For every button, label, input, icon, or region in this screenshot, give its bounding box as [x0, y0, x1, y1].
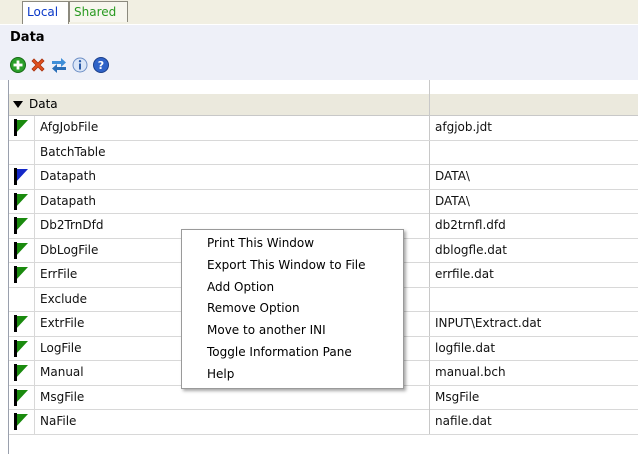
move-icon[interactable]: [50, 56, 68, 74]
option-value[interactable]: afgjob.jdt: [435, 120, 492, 134]
option-value[interactable]: logfile.dat: [435, 341, 495, 355]
group-row-data[interactable]: Data: [9, 94, 638, 116]
context-menu: Print This Window Export This Window to F…: [181, 229, 404, 389]
option-value[interactable]: MsgFile: [435, 390, 479, 404]
option-value[interactable]: nafile.dat: [435, 414, 492, 428]
tab-shared[interactable]: Shared: [69, 1, 128, 22]
menu-item-add-option[interactable]: Add Option: [207, 280, 274, 294]
option-value[interactable]: errfile.dat: [435, 267, 494, 281]
svg-text:?: ?: [98, 59, 104, 72]
menu-item-help[interactable]: Help: [207, 367, 234, 381]
option-name: Datapath: [40, 169, 96, 183]
delete-icon[interactable]: [29, 56, 47, 74]
flag-bar: [14, 119, 17, 136]
menu-item-move-ini[interactable]: Move to another INI: [207, 323, 326, 337]
option-value[interactable]: INPUT\Extract.dat: [435, 316, 541, 330]
option-name: ErrFile: [40, 267, 78, 281]
table-row[interactable]: Datapath DATA\: [9, 165, 638, 190]
panel-title: Data: [10, 30, 45, 45]
option-name: ExtrFile: [40, 316, 85, 330]
option-name: Datapath: [40, 193, 96, 208]
flag-bar: [14, 217, 17, 234]
help-icon[interactable]: ?: [92, 56, 110, 74]
option-value[interactable]: db2trnfl.dfd: [435, 218, 506, 232]
option-name: NaFile: [40, 414, 77, 428]
flag-bar: [14, 192, 17, 210]
table-row[interactable]: Datapath DATA\: [9, 189, 638, 214]
option-name: LogFile: [40, 340, 82, 355]
menu-item-export[interactable]: Export This Window to File: [207, 258, 366, 272]
table-row[interactable]: BatchTable: [9, 140, 638, 165]
flag-bar: [14, 364, 17, 381]
menu-item-print[interactable]: Print This Window: [207, 236, 314, 250]
flag-bar: [14, 339, 17, 357]
table-row[interactable]: AfgJobFile afgjob.jdt: [9, 116, 638, 141]
menu-item-toggle-info[interactable]: Toggle Information Pane: [207, 345, 352, 359]
option-value[interactable]: manual.bch: [435, 365, 506, 379]
flag-bar: [14, 413, 17, 430]
option-name: Manual: [40, 365, 84, 379]
option-name: BatchTable: [40, 144, 106, 159]
flag-bar: [14, 388, 17, 406]
option-value[interactable]: DATA\: [435, 169, 470, 183]
flag-bar: [14, 315, 17, 332]
toolbar: ?: [0, 50, 638, 80]
group-label: Data: [29, 97, 58, 111]
option-name: AfgJobFile: [40, 120, 99, 134]
option-value[interactable]: dblogfle.dat: [435, 243, 507, 257]
menu-item-remove-option[interactable]: Remove Option: [207, 301, 300, 315]
table-row[interactable]: MsgFile MsgFile: [9, 385, 638, 410]
info-icon[interactable]: [71, 56, 89, 74]
collapse-arrow-icon[interactable]: [13, 101, 23, 108]
option-name: Db2TrnDfd: [40, 218, 104, 232]
grid-header: [9, 80, 638, 95]
table-row[interactable]: NaFile nafile.dat: [9, 410, 638, 435]
flag-bar: [14, 168, 17, 185]
flag-bar: [14, 266, 17, 283]
flag-bar: [14, 241, 17, 259]
tab-local[interactable]: Local: [22, 1, 69, 24]
tab-bar: Local Shared: [0, 0, 638, 24]
option-name: DbLogFile: [40, 242, 99, 257]
option-name: Exclude: [40, 291, 88, 306]
add-icon[interactable]: [9, 56, 27, 74]
option-value[interactable]: DATA\: [435, 194, 470, 208]
panel-header: Data: [0, 24, 638, 51]
option-name: MsgFile: [40, 389, 85, 404]
